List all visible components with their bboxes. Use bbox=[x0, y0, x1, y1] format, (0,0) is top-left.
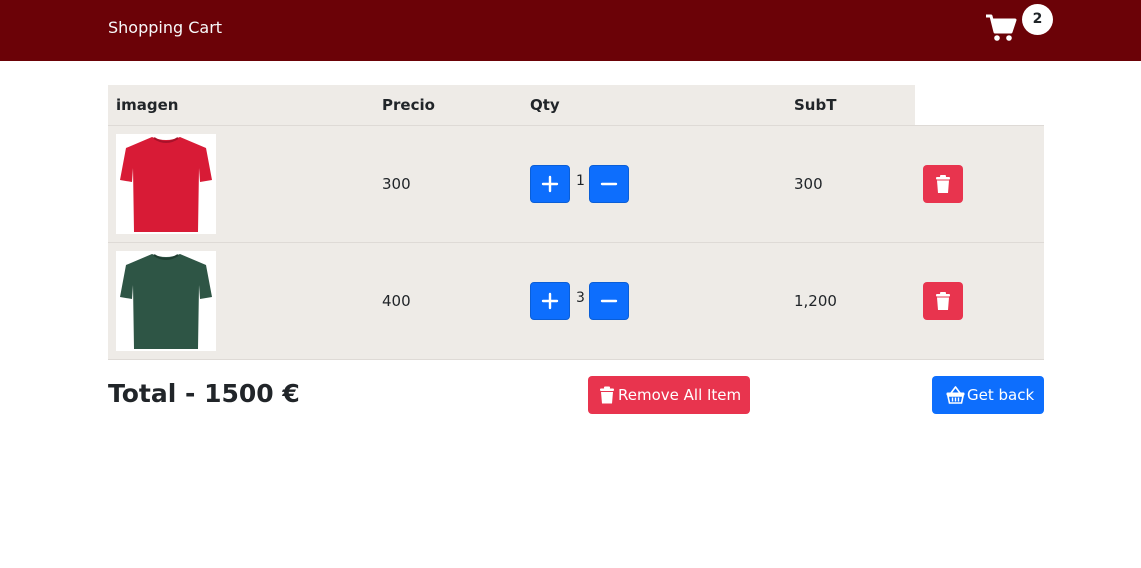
table-row: 300 1 300 bbox=[108, 125, 1044, 242]
cart-total: Total - 1500 € bbox=[108, 379, 300, 408]
column-header-image: imagen bbox=[116, 96, 179, 114]
column-header-subtotal: SubT bbox=[794, 96, 837, 114]
navbar: Shopping Cart 2 bbox=[0, 0, 1141, 61]
minus-icon bbox=[600, 299, 618, 303]
product-image-green-tshirt bbox=[116, 251, 216, 351]
trash-icon bbox=[936, 292, 950, 310]
remove-all-label: Remove All Item bbox=[618, 386, 742, 404]
row-price: 400 bbox=[382, 292, 411, 310]
row-subtotal: 1,200 bbox=[794, 292, 837, 310]
row-qty: 3 bbox=[576, 290, 585, 306]
minus-icon bbox=[600, 182, 618, 186]
table-header: imagen Precio Qty SubT bbox=[108, 85, 915, 125]
shopping-cart-icon[interactable] bbox=[985, 13, 1017, 43]
remove-all-button[interactable]: Remove All Item bbox=[588, 376, 750, 414]
increase-qty-button[interactable] bbox=[530, 282, 570, 320]
basket-icon bbox=[946, 386, 965, 404]
trash-icon bbox=[936, 175, 950, 193]
column-header-qty: Qty bbox=[530, 96, 560, 114]
row-subtotal: 300 bbox=[794, 175, 823, 193]
plus-icon bbox=[541, 292, 559, 310]
decrease-qty-button[interactable] bbox=[589, 165, 629, 203]
plus-icon bbox=[541, 175, 559, 193]
row-qty: 1 bbox=[576, 173, 585, 189]
column-header-price: Precio bbox=[382, 96, 435, 114]
decrease-qty-button[interactable] bbox=[589, 282, 629, 320]
brand-title[interactable]: Shopping Cart bbox=[108, 18, 222, 38]
row-price: 300 bbox=[382, 175, 411, 193]
delete-item-button[interactable] bbox=[923, 165, 963, 203]
table-row: 400 3 1,200 bbox=[108, 242, 1044, 360]
get-back-label: Get back bbox=[967, 386, 1035, 404]
get-back-button[interactable]: Get back bbox=[932, 376, 1044, 414]
trash-icon bbox=[600, 386, 614, 404]
product-image-red-tshirt bbox=[116, 134, 216, 234]
cart-count-badge: 2 bbox=[1022, 4, 1053, 35]
delete-item-button[interactable] bbox=[923, 282, 963, 320]
increase-qty-button[interactable] bbox=[530, 165, 570, 203]
